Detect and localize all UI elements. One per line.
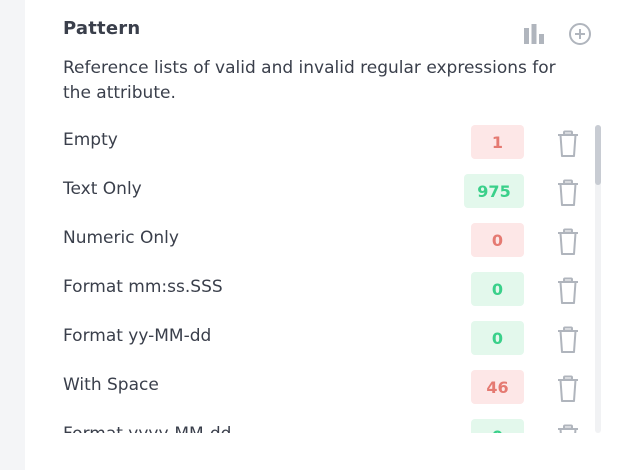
trash-icon[interactable] bbox=[555, 179, 581, 207]
pattern-row[interactable]: Format mm:ss.SSS 0 bbox=[25, 267, 585, 316]
pattern-label: With Space bbox=[63, 375, 159, 395]
trash-icon[interactable] bbox=[555, 375, 581, 403]
section-title: Pattern bbox=[63, 18, 141, 39]
section-description: Reference lists of valid and invalid reg… bbox=[63, 58, 556, 103]
count-badge: 0 bbox=[471, 321, 524, 355]
pattern-label: Format mm:ss.SSS bbox=[63, 277, 223, 297]
bar-chart-icon[interactable] bbox=[522, 22, 546, 46]
count-badge: 0 bbox=[471, 223, 524, 257]
count-badge: 1 bbox=[471, 125, 524, 159]
add-circle-icon[interactable] bbox=[568, 22, 592, 46]
pattern-label: Format yy-MM-dd bbox=[63, 326, 212, 346]
pattern-row[interactable]: Empty 1 bbox=[25, 120, 585, 169]
count-badge: 0 bbox=[471, 419, 524, 433]
pattern-list[interactable]: Empty 1 Text Only 975 Numeric Only 0 Format mm… bbox=[25, 120, 618, 433]
pattern-row[interactable]: Text Only 975 bbox=[25, 169, 585, 218]
pattern-row[interactable]: Format yy-MM-dd 0 bbox=[25, 316, 585, 365]
trash-icon[interactable] bbox=[555, 228, 581, 256]
count-badge: 46 bbox=[471, 370, 524, 404]
pattern-row[interactable]: Numeric Only 0 bbox=[25, 218, 585, 267]
scrollbar-thumb[interactable] bbox=[595, 125, 601, 185]
trash-icon[interactable] bbox=[555, 130, 581, 158]
trash-icon[interactable] bbox=[555, 326, 581, 354]
count-badge: 0 bbox=[471, 272, 524, 306]
scrollbar-track[interactable] bbox=[595, 125, 601, 433]
pattern-row[interactable]: With Space 46 bbox=[25, 365, 585, 414]
pattern-row[interactable]: Format yyyy-MM-dd 0 bbox=[25, 414, 585, 433]
pattern-label: Text Only bbox=[63, 179, 142, 199]
count-badge: 975 bbox=[464, 174, 524, 208]
pattern-card: Pattern Reference lists of valid and inv… bbox=[25, 0, 618, 470]
pattern-label: Empty bbox=[63, 130, 118, 150]
trash-icon[interactable] bbox=[555, 277, 581, 305]
pattern-label: Format yyyy-MM-dd bbox=[63, 424, 231, 433]
trash-icon[interactable] bbox=[555, 424, 581, 433]
pattern-label: Numeric Only bbox=[63, 228, 179, 248]
